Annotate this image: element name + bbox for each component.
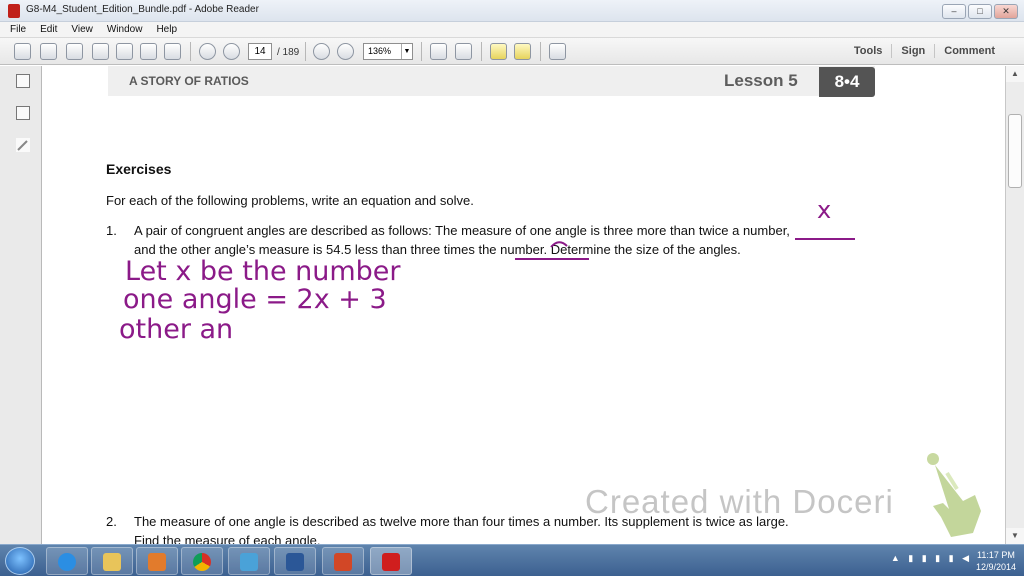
- powerpoint-icon: [334, 553, 352, 571]
- internet-explorer-icon: [58, 553, 76, 571]
- taskbar-ie[interactable]: [46, 547, 88, 575]
- header-lesson: Lesson 5: [724, 71, 798, 90]
- menu-view[interactable]: View: [71, 22, 93, 37]
- clock-time: 11:17 PM: [977, 550, 1015, 560]
- taskbar-chrome[interactable]: [181, 547, 223, 575]
- chevron-down-icon[interactable]: ▼: [401, 44, 412, 59]
- taskbar-explorer[interactable]: [91, 547, 133, 575]
- handwriting-layer: x Let x be the number one angle = 2x + 3…: [119, 196, 855, 345]
- title-bar: G8-M4_Student_Edition_Bundle.pdf - Adobe…: [0, 0, 1024, 22]
- header-module-title: A STORY OF RATIOS: [129, 74, 249, 88]
- page-number-input[interactable]: 14: [248, 43, 272, 60]
- word-icon: [286, 553, 304, 571]
- right-tools: Tools Sign Comment: [845, 44, 1004, 58]
- page-thumbnails-icon[interactable]: [16, 74, 30, 88]
- create-pdf-icon[interactable]: [14, 43, 31, 60]
- system-tray[interactable]: ▲ ▮ ▮ ▮ ▮ ◀: [891, 553, 972, 564]
- problem-1-line-2: and the other angle’s measure is 54.5 le…: [134, 242, 741, 257]
- cloud-icon[interactable]: [92, 43, 109, 60]
- menu-help[interactable]: Help: [156, 22, 177, 37]
- expand-icon[interactable]: [549, 43, 566, 60]
- fit-page-icon[interactable]: [430, 43, 447, 60]
- minimize-button[interactable]: –: [942, 4, 966, 19]
- exercises-intro: For each of the following problems, writ…: [106, 193, 474, 208]
- ink-line-3: other an: [119, 314, 233, 345]
- media-player-icon: [148, 553, 166, 571]
- scroll-down-icon[interactable]: ▼: [1006, 528, 1024, 544]
- bookmarks-icon[interactable]: [16, 106, 30, 120]
- adobe-reader-icon: [8, 4, 20, 18]
- full-screen-icon[interactable]: [455, 43, 472, 60]
- ink-line-2: one angle = 2x + 3: [123, 284, 387, 315]
- zoom-out-icon[interactable]: [313, 43, 330, 60]
- taskbar: ▲ ▮ ▮ ▮ ▮ ◀ 11:17 PM 12/9/2014: [0, 544, 1024, 576]
- start-button[interactable]: [5, 547, 35, 575]
- menu-edit[interactable]: Edit: [40, 22, 57, 37]
- page-total: / 189: [277, 47, 300, 58]
- ink-line-1: Let x be the number: [125, 256, 401, 287]
- sign-button[interactable]: Sign: [891, 44, 934, 58]
- menu-window[interactable]: Window: [107, 22, 143, 37]
- watermark: Created with Doceri: [585, 483, 894, 520]
- print-icon[interactable]: [140, 43, 157, 60]
- vertical-scrollbar[interactable]: ▲ ▼: [1005, 66, 1024, 544]
- taskbar-adobe-reader[interactable]: [370, 547, 412, 575]
- folder-icon: [103, 553, 121, 571]
- header-badge: 8•4: [819, 67, 875, 97]
- scroll-up-icon[interactable]: ▲: [1006, 66, 1024, 82]
- menu-bar: File Edit View Window Help: [0, 22, 1024, 38]
- taskbar-media[interactable]: [136, 547, 178, 575]
- tools-button[interactable]: Tools: [845, 44, 892, 58]
- comment-button[interactable]: Comment: [934, 44, 1004, 58]
- zoom-select[interactable]: 136% ▼: [363, 43, 413, 60]
- edit-icon[interactable]: [66, 43, 83, 60]
- taskbar-powerpoint[interactable]: [322, 547, 364, 575]
- open-icon[interactable]: [40, 43, 57, 60]
- problem-2-line-2: Find the measure of each angle.: [134, 533, 321, 544]
- problem-1-line-1: A pair of congruent angles are described…: [134, 223, 790, 238]
- chrome-icon: [193, 553, 211, 571]
- adobe-reader-icon: [382, 553, 400, 571]
- previous-page-icon[interactable]: [199, 43, 216, 60]
- ink-x-mark: x: [817, 196, 831, 224]
- close-button[interactable]: ✕: [994, 4, 1018, 19]
- document-view[interactable]: A STORY OF RATIOS Lesson 5 8•4 Exercises…: [43, 66, 1005, 544]
- network-icon: [240, 553, 258, 571]
- problem-2-number: 2.: [106, 514, 117, 529]
- zoom-value: 136%: [368, 46, 392, 56]
- signature-icon[interactable]: [16, 138, 30, 152]
- comment-icon[interactable]: [490, 43, 507, 60]
- next-page-icon[interactable]: [223, 43, 240, 60]
- menu-file[interactable]: File: [10, 22, 26, 37]
- doceri-hand-icon: [927, 453, 981, 537]
- problem-1-number: 1.: [106, 223, 117, 238]
- clock[interactable]: 11:17 PM 12/9/2014: [976, 549, 1016, 573]
- window-title: G8-M4_Student_Edition_Bundle.pdf - Adobe…: [26, 4, 259, 15]
- navigation-pane: [0, 66, 42, 544]
- taskbar-network[interactable]: [228, 547, 270, 575]
- highlight-icon[interactable]: [514, 43, 531, 60]
- scroll-thumb[interactable]: [1008, 114, 1022, 188]
- zoom-in-icon[interactable]: [337, 43, 354, 60]
- window-controls: – □ ✕: [942, 4, 1018, 19]
- maximize-button[interactable]: □: [968, 4, 992, 19]
- taskbar-word[interactable]: [274, 547, 316, 575]
- exercises-title: Exercises: [106, 161, 172, 177]
- toolbar: 14 / 189 136% ▼ Tools Sign Comment: [0, 38, 1024, 65]
- save-icon[interactable]: [116, 43, 133, 60]
- email-icon[interactable]: [164, 43, 181, 60]
- clock-date: 12/9/2014: [975, 562, 1016, 572]
